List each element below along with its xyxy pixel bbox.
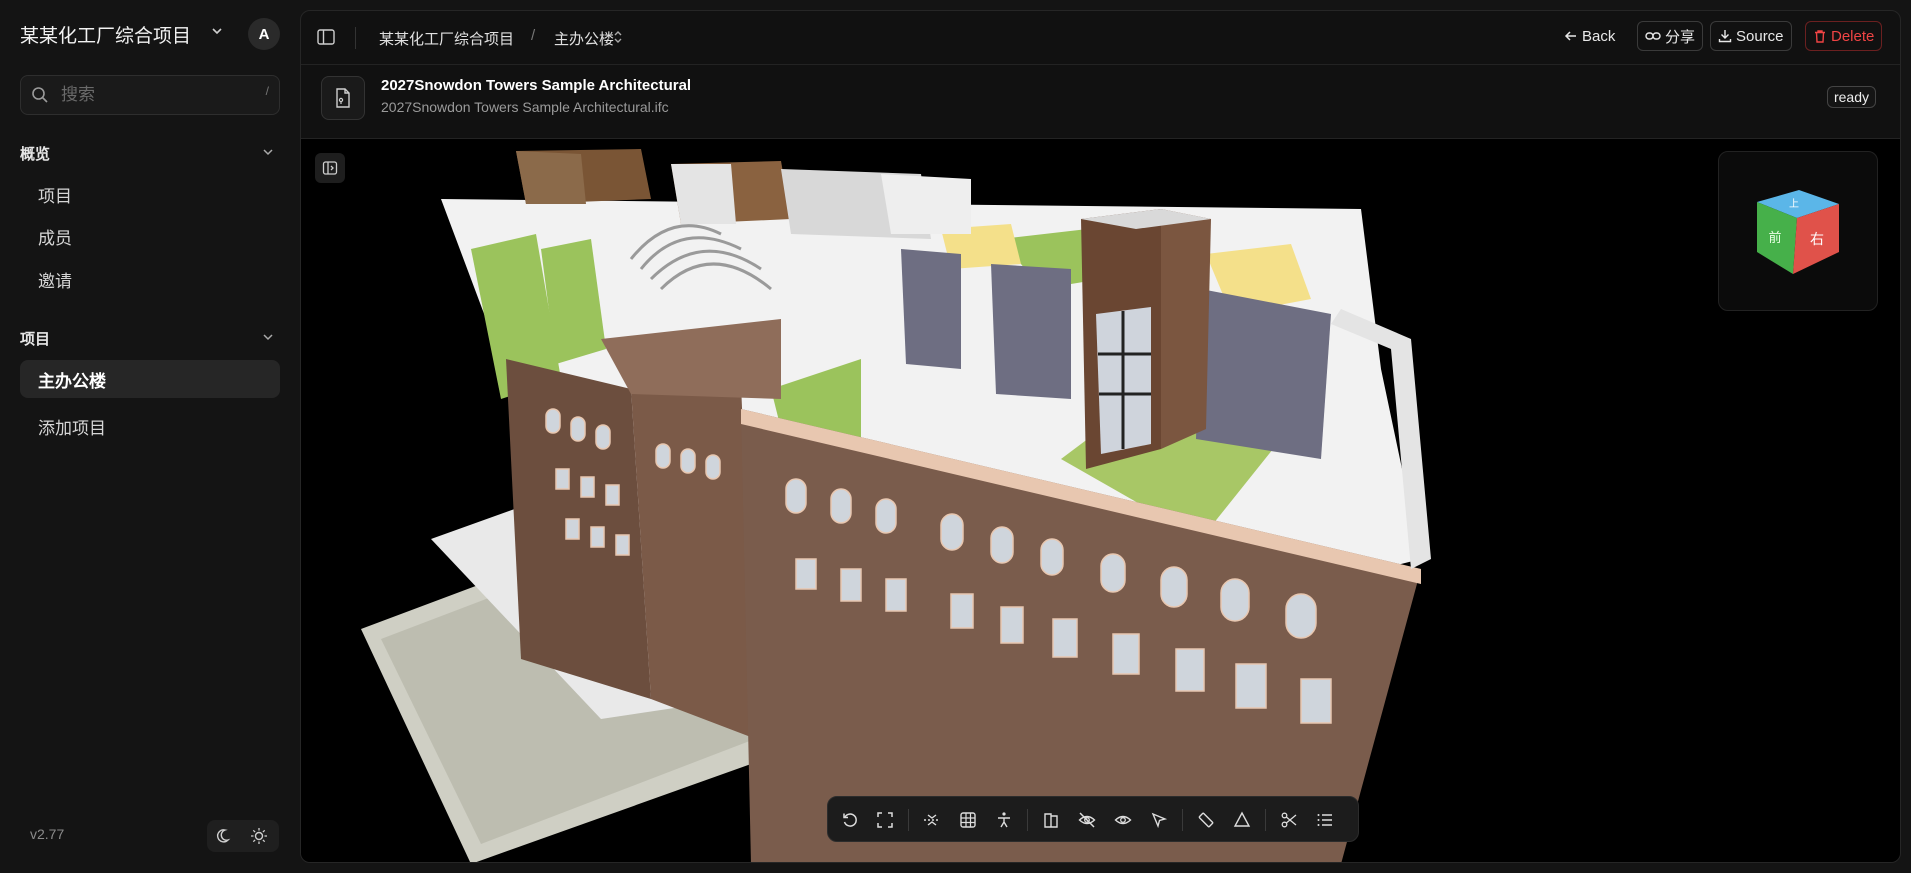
clip-button[interactable] xyxy=(1273,804,1305,836)
delete-button[interactable]: Delete xyxy=(1805,21,1883,51)
building-model[interactable] xyxy=(301,139,1900,863)
measure-button[interactable] xyxy=(1190,804,1222,836)
3d-viewer[interactable]: 上 前 右 xyxy=(301,139,1900,863)
file-header: 2027Snowdon Towers Sample Architectural … xyxy=(301,65,1900,139)
sidebar-item-projects[interactable]: 项目 xyxy=(20,175,280,213)
avatar[interactable]: A xyxy=(248,18,280,50)
sidebar-item-members[interactable]: 成员 xyxy=(20,217,280,255)
top-bar: 某某化工厂综合项目 / 主办公楼 Back 分享 Source Delete xyxy=(301,11,1900,65)
share-label: 分享 xyxy=(1665,28,1696,46)
file-icon xyxy=(321,76,365,120)
hide-icon xyxy=(1078,812,1096,828)
trash-icon xyxy=(1815,30,1825,43)
navigation-cube[interactable]: 上 前 右 xyxy=(1718,151,1878,311)
area-measure-button[interactable] xyxy=(1226,804,1258,836)
divider xyxy=(1182,809,1183,831)
viewer-toolbar xyxy=(827,796,1359,842)
divider xyxy=(355,27,356,49)
divider xyxy=(1027,809,1028,831)
fit-view-button[interactable] xyxy=(869,804,901,836)
rotate-button[interactable] xyxy=(834,804,866,836)
show-all-button[interactable] xyxy=(1107,804,1139,836)
back-label: Back xyxy=(1582,27,1616,45)
main-panel: 某某化工厂综合项目 / 主办公楼 Back 分享 Source Delete 2… xyxy=(300,10,1901,863)
link-icon xyxy=(1645,32,1661,40)
sun-icon[interactable] xyxy=(249,826,269,846)
file-title: 2027Snowdon Towers Sample Architectural xyxy=(381,77,692,94)
floor-plan-button[interactable] xyxy=(1035,804,1067,836)
project-switcher[interactable]: 某某化工厂综合项目 A xyxy=(20,16,280,52)
grid-icon xyxy=(960,812,976,828)
file-name: 2027Snowdon Towers Sample Architectural.… xyxy=(381,99,669,115)
walk-mode-button[interactable] xyxy=(988,804,1020,836)
list-button[interactable] xyxy=(1309,804,1341,836)
source-label: Source xyxy=(1736,27,1784,45)
chevron-updown-icon[interactable] xyxy=(612,29,624,45)
arrow-left-icon xyxy=(1564,31,1576,41)
version-label: v2.77 xyxy=(30,826,65,842)
share-button[interactable]: 分享 xyxy=(1637,21,1704,51)
search-box[interactable]: / xyxy=(20,75,280,115)
search-input[interactable] xyxy=(61,76,241,114)
panel-toggle-icon xyxy=(322,161,338,175)
show-all-icon xyxy=(1114,815,1132,825)
measure-icon xyxy=(1198,812,1214,828)
panel-toggle-button[interactable] xyxy=(315,153,345,183)
breadcrumb-project[interactable]: 某某化工厂综合项目 xyxy=(379,28,514,49)
chevron-down-icon[interactable] xyxy=(262,146,274,158)
sidebar-item-main-office[interactable]: 主办公楼 xyxy=(20,360,280,398)
sidebar: 某某化工厂综合项目 A / 概览 项目 成员 邀请 项目 主办公楼 添加项目 v… xyxy=(0,0,300,873)
section-plane-icon xyxy=(924,814,940,826)
scissors-icon xyxy=(1281,812,1297,828)
project-name: 某某化工厂综合项目 xyxy=(20,25,192,47)
cube-front-label: 前 xyxy=(1768,230,1781,246)
search-icon xyxy=(32,87,48,103)
area-measure-icon xyxy=(1233,811,1251,827)
sidebar-item-add-project[interactable]: 添加项目 xyxy=(20,407,280,445)
chevron-down-icon xyxy=(212,28,222,35)
section-projects-title[interactable]: 项目 xyxy=(20,328,50,349)
breadcrumb-separator: / xyxy=(531,27,536,44)
cube-right-label: 右 xyxy=(1810,232,1824,248)
cube-top-label: 上 xyxy=(1789,198,1799,210)
section-overview-title[interactable]: 概览 xyxy=(20,143,50,164)
divider xyxy=(908,809,909,831)
select-icon xyxy=(1151,812,1168,829)
moon-icon[interactable] xyxy=(215,826,235,846)
back-button[interactable]: Back xyxy=(1557,21,1622,51)
source-button[interactable]: Source xyxy=(1710,21,1792,51)
sidebar-item-invites[interactable]: 邀请 xyxy=(20,260,280,298)
section-plane-button[interactable] xyxy=(916,804,948,836)
floor-plan-icon xyxy=(1044,813,1058,828)
list-icon xyxy=(1317,814,1332,826)
status-badge: ready xyxy=(1826,86,1876,108)
breadcrumb-current[interactable]: 主办公楼 xyxy=(554,28,614,49)
sidebar-toggle-icon[interactable] xyxy=(316,27,336,47)
theme-toggle[interactable] xyxy=(207,820,279,852)
walk-mode-icon xyxy=(998,812,1010,828)
select-button[interactable] xyxy=(1143,804,1175,836)
search-shortcut: / xyxy=(265,84,269,98)
chevron-down-icon[interactable] xyxy=(262,331,274,343)
delete-label: Delete xyxy=(1831,27,1875,45)
fit-view-icon xyxy=(877,812,893,828)
download-icon xyxy=(1718,30,1732,43)
rotate-icon xyxy=(843,813,857,827)
hide-button[interactable] xyxy=(1071,804,1103,836)
divider xyxy=(1265,809,1266,831)
grid-button[interactable] xyxy=(952,804,984,836)
